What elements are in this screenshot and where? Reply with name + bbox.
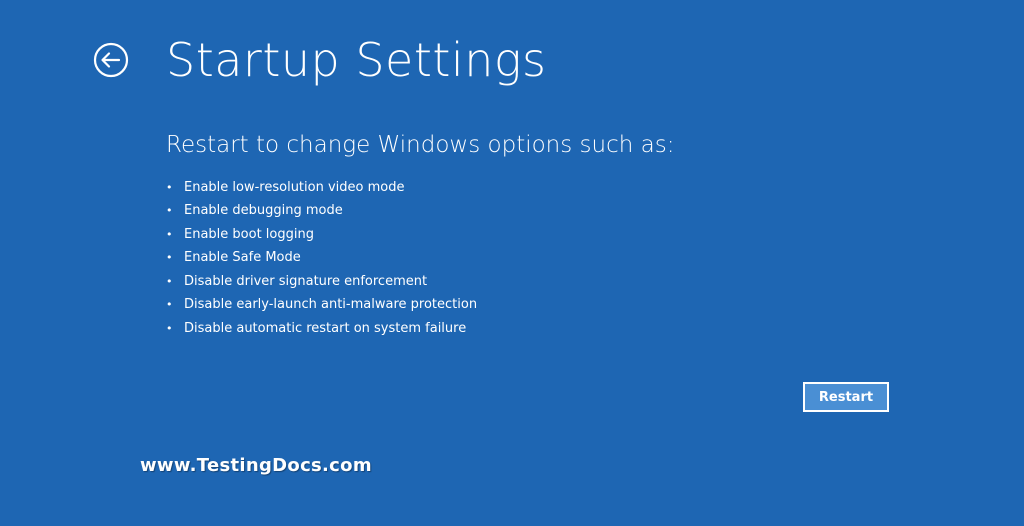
option-label: Enable debugging mode: [184, 203, 343, 219]
option-label: Disable automatic restart on system fail…: [184, 320, 467, 336]
list-item: • Enable Safe Mode: [166, 247, 477, 271]
watermark-text: www.TestingDocs.com: [140, 455, 372, 476]
list-item: • Disable driver signature enforcement: [166, 270, 477, 294]
bullet: •: [166, 227, 173, 241]
option-label: Enable Safe Mode: [184, 250, 301, 266]
bullet: •: [166, 204, 173, 218]
bullet: •: [166, 274, 173, 288]
option-label: Disable early-launch anti-malware protec…: [184, 297, 478, 313]
startup-settings-screen: Startup Settings Restart to change Windo…: [0, 0, 1024, 526]
back-arrow-icon: [93, 42, 129, 78]
options-subtitle: Restart to change Windows options such a…: [166, 132, 675, 158]
option-label: Enable low-resolution video mode: [184, 179, 405, 195]
bullet: •: [166, 251, 173, 265]
page-title: Startup Settings: [166, 33, 547, 87]
list-item: • Enable low-resolution video mode: [166, 176, 477, 200]
list-item: • Enable debugging mode: [166, 200, 477, 224]
bullet: •: [166, 321, 173, 335]
options-list: • Enable low-resolution video mode • Ena…: [166, 176, 477, 341]
restart-button[interactable]: Restart: [803, 382, 889, 412]
list-item: • Disable early-launch anti-malware prot…: [166, 294, 477, 318]
list-item: • Disable automatic restart on system fa…: [166, 317, 477, 341]
bullet: •: [166, 298, 173, 312]
list-item: • Enable boot logging: [166, 223, 477, 247]
bullet: •: [166, 180, 173, 194]
back-button[interactable]: [93, 42, 129, 78]
option-label: Disable driver signature enforcement: [184, 273, 428, 289]
option-label: Enable boot logging: [184, 226, 314, 242]
